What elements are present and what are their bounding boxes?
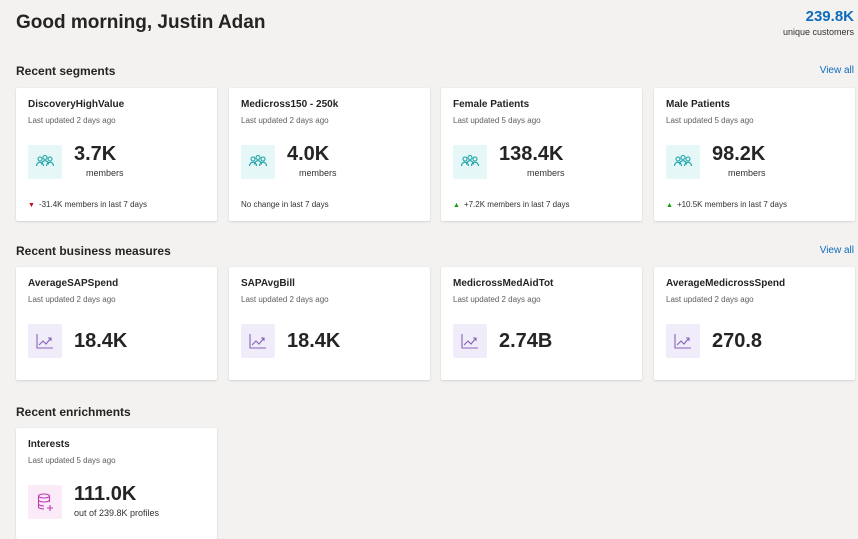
measure-value: 270.8 bbox=[712, 330, 763, 352]
segments-section-title: Recent segments bbox=[16, 64, 116, 78]
segment-card-female-patients[interactable]: Female Patients Last updated 5 days ago … bbox=[441, 88, 642, 221]
measure-value: 2.74B bbox=[499, 330, 553, 352]
segment-member-count: 138.4K bbox=[499, 143, 564, 165]
trend-text: No change in last 7 days bbox=[241, 200, 329, 209]
line-chart-icon bbox=[453, 324, 487, 358]
segment-updated: Last updated 5 days ago bbox=[453, 116, 541, 125]
trend-text: -31.4K members in last 7 days bbox=[38, 200, 147, 209]
segment-trend: ▼ -31.4K members in last 7 days bbox=[28, 200, 147, 209]
database-add-icon bbox=[28, 485, 62, 519]
enrichment-name: Interests bbox=[28, 439, 70, 450]
segment-member-count: 98.2K bbox=[712, 143, 766, 165]
greeting-title: Good morning, Justin Adan bbox=[16, 12, 266, 33]
members-label: members bbox=[527, 168, 565, 178]
segment-trend: ▲ +7.2K members in last 7 days bbox=[453, 200, 570, 209]
segment-updated: Last updated 2 days ago bbox=[241, 116, 329, 125]
trend-text: +7.2K members in last 7 days bbox=[463, 200, 570, 209]
enrichment-updated: Last updated 5 days ago bbox=[28, 456, 116, 465]
measures-section-title: Recent business measures bbox=[16, 244, 171, 258]
segment-member-count: 3.7K bbox=[74, 143, 117, 165]
line-chart-icon bbox=[28, 324, 62, 358]
segment-card-medicross150[interactable]: Medicross150 - 250k Last updated 2 days … bbox=[229, 88, 430, 221]
people-group-icon bbox=[241, 145, 275, 179]
segment-updated: Last updated 2 days ago bbox=[28, 116, 116, 125]
people-group-icon bbox=[666, 145, 700, 179]
segments-view-all-link[interactable]: View all bbox=[820, 65, 854, 76]
measure-updated: Last updated 2 days ago bbox=[453, 295, 541, 304]
segment-updated: Last updated 5 days ago bbox=[666, 116, 754, 125]
unique-customers-label: unique customers bbox=[782, 27, 854, 37]
measures-view-all-link[interactable]: View all bbox=[820, 245, 854, 256]
enrichment-value: 111.0K bbox=[74, 483, 137, 505]
segment-name: DiscoveryHighValue bbox=[28, 99, 125, 110]
members-label: members bbox=[299, 168, 337, 178]
segment-name: Female Patients bbox=[453, 99, 530, 110]
measure-card-sapavgbill[interactable]: SAPAvgBill Last updated 2 days ago 18.4K bbox=[229, 267, 430, 380]
trend-down-icon: ▼ bbox=[28, 202, 35, 209]
measure-card-averagesapspend[interactable]: AverageSAPSpend Last updated 2 days ago … bbox=[16, 267, 217, 380]
measure-updated: Last updated 2 days ago bbox=[241, 295, 329, 304]
page-header: Good morning, Justin Adan 239.8K unique … bbox=[16, 8, 854, 48]
line-chart-icon bbox=[241, 324, 275, 358]
segment-card-discoveryhighvalue[interactable]: DiscoveryHighValue Last updated 2 days a… bbox=[16, 88, 217, 221]
measure-name: AverageMedicrossSpend bbox=[666, 278, 786, 289]
members-label: members bbox=[86, 168, 124, 178]
measure-name: SAPAvgBill bbox=[241, 278, 295, 289]
segment-trend: No change in last 7 days bbox=[241, 200, 329, 209]
trend-text: +10.5K members in last 7 days bbox=[676, 200, 787, 209]
segment-trend: ▲ +10.5K members in last 7 days bbox=[666, 200, 787, 209]
trend-up-icon: ▲ bbox=[453, 202, 460, 209]
segment-name: Medicross150 - 250k bbox=[241, 99, 339, 110]
unique-customers-summary: 239.8K unique customers bbox=[783, 8, 854, 38]
line-chart-icon bbox=[666, 324, 700, 358]
segment-card-male-patients[interactable]: Male Patients Last updated 5 days ago 98… bbox=[654, 88, 855, 221]
measure-updated: Last updated 2 days ago bbox=[666, 295, 754, 304]
enrichment-detail: out of 239.8K profiles bbox=[74, 508, 160, 518]
people-group-icon bbox=[453, 145, 487, 179]
measure-card-averagemedicrossspend[interactable]: AverageMedicrossSpend Last updated 2 day… bbox=[654, 267, 855, 380]
measure-card-medicrossmedaidtot[interactable]: MedicrossMedAidTot Last updated 2 days a… bbox=[441, 267, 642, 380]
measure-value: 18.4K bbox=[287, 330, 341, 352]
measure-updated: Last updated 2 days ago bbox=[28, 295, 116, 304]
people-group-icon bbox=[28, 145, 62, 179]
unique-customers-value: 239.8K bbox=[805, 8, 854, 25]
enrichments-section-title: Recent enrichments bbox=[16, 405, 131, 419]
measure-name: MedicrossMedAidTot bbox=[453, 278, 554, 289]
trend-up-icon: ▲ bbox=[666, 202, 673, 209]
segment-member-count: 4.0K bbox=[287, 143, 330, 165]
measure-name: AverageSAPSpend bbox=[28, 278, 119, 289]
enrichment-card-interests[interactable]: Interests Last updated 5 days ago 111.0K… bbox=[16, 428, 217, 539]
measure-value: 18.4K bbox=[74, 330, 128, 352]
segment-name: Male Patients bbox=[666, 99, 730, 110]
members-label: members bbox=[728, 168, 766, 178]
